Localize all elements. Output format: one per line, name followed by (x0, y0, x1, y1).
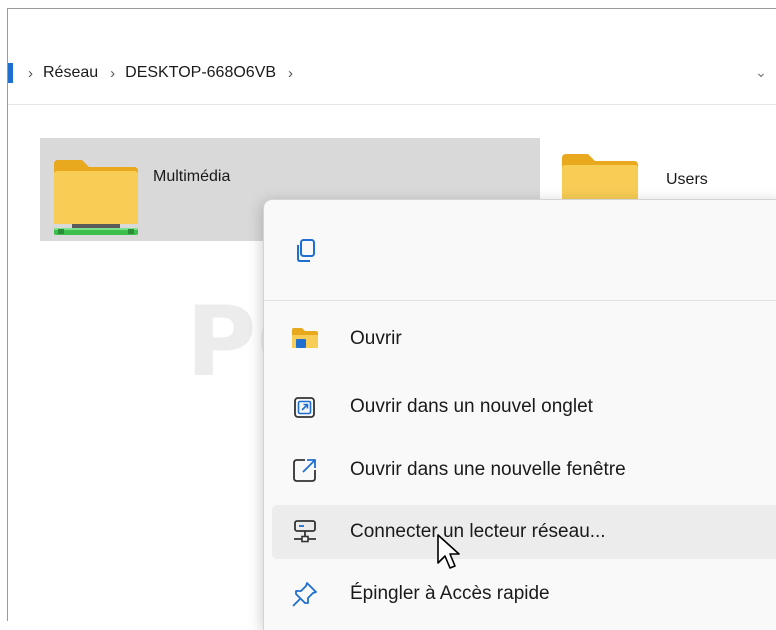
chevron-down-icon[interactable]: ⌄ (751, 63, 771, 83)
new-tab-icon (290, 392, 320, 422)
network-folder-icon (54, 160, 138, 235)
location-icon (8, 63, 13, 83)
context-menu-toolbar (264, 200, 776, 301)
menu-item-open[interactable]: Ouvrir (272, 312, 776, 366)
folder-name: Multimédia (153, 168, 231, 185)
breadcrumb: › Réseau › DESKTOP-668O6VB › (28, 53, 303, 93)
folder-open-icon (290, 324, 320, 354)
menu-item-label: Ouvrir dans un nouvel onglet (350, 396, 593, 417)
menu-item-label: Ouvrir dans une nouvelle fenêtre (350, 459, 626, 480)
mouse-cursor-icon (437, 534, 460, 569)
address-bar[interactable]: › Réseau › DESKTOP-668O6VB › ⌄ (8, 53, 776, 105)
menu-item-open-new-window[interactable]: Ouvrir dans une nouvelle fenêtre (272, 443, 776, 497)
folder-name: Users (666, 171, 708, 188)
breadcrumb-item-network[interactable]: Réseau (43, 64, 98, 82)
file-explorer-window: › Réseau › DESKTOP-668O6VB › ⌄ Multimédi… (7, 8, 776, 630)
breadcrumb-item-computer[interactable]: DESKTOP-668O6VB (125, 64, 276, 82)
pin-icon (290, 579, 320, 609)
breadcrumb-separator[interactable]: › (288, 65, 293, 82)
context-menu: Ouvrir Ouvrir dans un nouvel onglet Ouvr… (263, 199, 776, 630)
copy-button[interactable] (286, 230, 326, 270)
new-window-icon (290, 455, 320, 485)
menu-item-map-network-drive[interactable]: Connecter un lecteur réseau... (272, 505, 776, 559)
menu-item-label: Connecter un lecteur réseau... (350, 521, 606, 542)
menu-item-open-new-tab[interactable]: Ouvrir dans un nouvel onglet (272, 380, 776, 434)
map-network-drive-icon (290, 517, 320, 547)
breadcrumb-separator: › (110, 64, 116, 82)
breadcrumb-separator: › (28, 64, 33, 82)
menu-item-pin-quick-access[interactable]: Épingler à Accès rapide (272, 567, 776, 621)
menu-item-label: Épingler à Accès rapide (350, 583, 550, 604)
copy-icon (297, 239, 315, 262)
menu-item-label: Ouvrir (350, 328, 402, 349)
